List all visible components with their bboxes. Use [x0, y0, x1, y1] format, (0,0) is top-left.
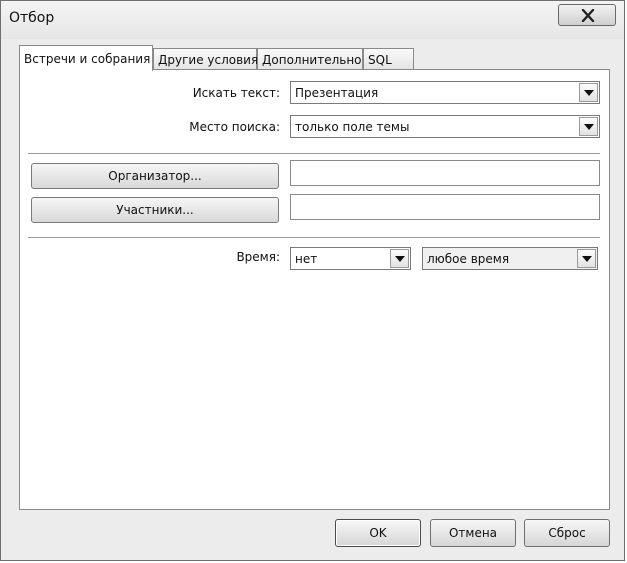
separator — [28, 237, 600, 238]
close-button[interactable] — [558, 4, 616, 26]
attendees-field[interactable] — [290, 194, 600, 220]
attendees-button[interactable]: Участники... — [31, 197, 279, 223]
search-where-combo[interactable]: только поле темы — [290, 115, 600, 138]
separator — [28, 153, 600, 154]
search-where-label: Место поиска: — [189, 120, 280, 134]
search-text-combo[interactable]: Презентация — [290, 81, 600, 104]
dropdown-arrow-icon — [584, 90, 594, 96]
dropdown-arrow-icon — [582, 256, 592, 262]
ok-button[interactable]: OK — [335, 519, 421, 547]
organizer-field[interactable] — [290, 160, 600, 186]
cancel-button[interactable]: Отмена — [430, 519, 516, 547]
tab-advanced[interactable]: Дополнительно — [257, 48, 363, 70]
search-where-value: только поле темы — [295, 120, 410, 134]
dropdown-arrow-icon — [584, 124, 594, 130]
search-text-dropdown[interactable] — [579, 83, 598, 102]
search-where-dropdown[interactable] — [579, 117, 598, 136]
dropdown-arrow-icon — [395, 256, 405, 262]
search-text-value: Презентация — [295, 86, 379, 100]
tab-sql[interactable]: SQL — [363, 48, 414, 70]
organizer-button[interactable]: Организатор... — [31, 163, 279, 189]
time-range-combo[interactable]: любое время — [422, 247, 598, 270]
time-field-value: нет — [295, 252, 318, 266]
time-label: Время: — [236, 250, 280, 264]
title-bar[interactable]: Отбор — [1, 1, 624, 39]
tab-other-conditions[interactable]: Другие условия — [153, 48, 258, 70]
filter-dialog: Отбор Встречи и собрания Другие условия … — [0, 0, 625, 561]
search-text-label: Искать текст: — [192, 86, 280, 100]
time-range-dropdown[interactable] — [577, 249, 596, 268]
time-field-dropdown[interactable] — [390, 249, 409, 268]
window-title: Отбор — [9, 10, 55, 26]
time-range-value: любое время — [427, 252, 510, 266]
tab-panel: Искать текст: Презентация Место поиска: … — [19, 69, 610, 510]
reset-button[interactable]: Сброс — [524, 519, 610, 547]
tab-meetings[interactable]: Встречи и собрания — [19, 45, 153, 71]
close-icon — [581, 9, 595, 22]
time-field-combo[interactable]: нет — [290, 247, 411, 270]
